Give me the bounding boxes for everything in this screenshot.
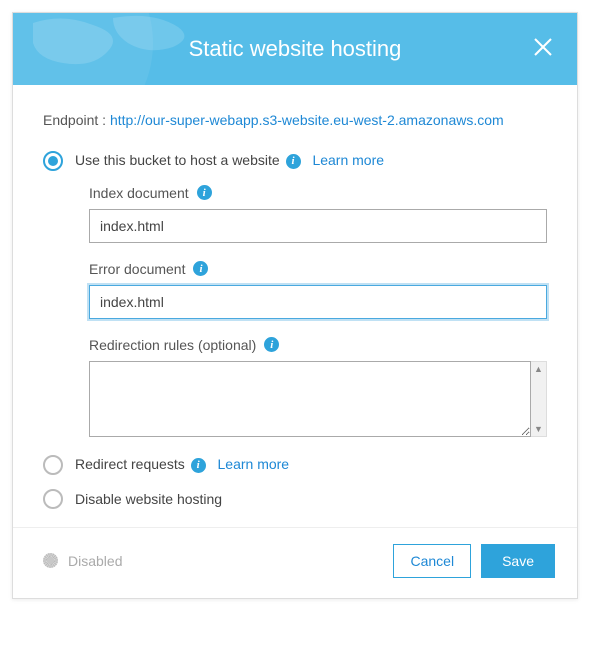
info-icon[interactable]: i	[193, 261, 208, 276]
error-document-label: Error document	[89, 261, 185, 277]
radio-dot-icon	[48, 156, 58, 166]
modal-title: Static website hosting	[189, 36, 402, 62]
save-button[interactable]: Save	[481, 544, 555, 578]
option-host-website: Use this bucket to host a website i Lear…	[43, 151, 547, 171]
endpoint-label: Endpoint :	[43, 112, 110, 128]
index-document-label-row: Index document i	[89, 185, 547, 201]
info-icon[interactable]: i	[191, 458, 206, 473]
modal-header: Static website hosting	[13, 13, 577, 85]
redirect-rules-label-row: Redirection rules (optional) i	[89, 337, 547, 353]
option-redirect-requests: Redirect requests i Learn more	[43, 455, 547, 475]
learn-more-link[interactable]: Learn more	[218, 456, 290, 472]
scroll-up-icon: ▲	[531, 362, 546, 376]
redirect-rules-textarea[interactable]	[89, 361, 531, 437]
close-icon	[531, 35, 555, 59]
scroll-down-icon: ▼	[531, 422, 546, 436]
info-icon[interactable]: i	[286, 154, 301, 169]
textarea-scrollbar[interactable]: ▲ ▼	[531, 361, 547, 437]
footer-buttons: Cancel Save	[393, 544, 555, 578]
info-icon[interactable]: i	[264, 337, 279, 352]
redirect-rules-label: Redirection rules (optional)	[89, 337, 256, 353]
radio-disable-hosting[interactable]	[43, 489, 63, 509]
error-document-input[interactable]	[89, 285, 547, 319]
redirect-rules-wrap: ▲ ▼	[89, 361, 547, 437]
endpoint-row: Endpoint : http://our-super-webapp.s3-we…	[43, 111, 547, 131]
cancel-button[interactable]: Cancel	[393, 544, 471, 578]
modal-body: Endpoint : http://our-super-webapp.s3-we…	[13, 85, 577, 527]
radio-redirect-requests[interactable]	[43, 455, 63, 475]
static-website-hosting-modal: Static website hosting Endpoint : http:/…	[12, 12, 578, 599]
index-document-label: Index document	[89, 185, 189, 201]
status-indicator: Disabled	[43, 553, 122, 569]
endpoint-link[interactable]: http://our-super-webapp.s3-website.eu-we…	[110, 112, 504, 128]
option-redirect-label: Redirect requests	[75, 456, 185, 472]
option-disable-label: Disable website hosting	[75, 491, 222, 507]
close-button[interactable]	[531, 35, 557, 61]
option-redirect-label-wrap: Redirect requests i Learn more	[75, 456, 289, 473]
host-website-fields: Index document i Error document i Redire…	[89, 185, 547, 437]
option-host-label-wrap: Use this bucket to host a website i Lear…	[75, 152, 384, 169]
radio-host-website[interactable]	[43, 151, 63, 171]
learn-more-link[interactable]: Learn more	[312, 152, 384, 168]
option-disable-hosting: Disable website hosting	[43, 489, 547, 509]
status-text: Disabled	[68, 553, 122, 569]
info-icon[interactable]: i	[197, 185, 212, 200]
option-host-label: Use this bucket to host a website	[75, 152, 280, 168]
error-document-label-row: Error document i	[89, 261, 547, 277]
index-document-input[interactable]	[89, 209, 547, 243]
modal-footer: Disabled Cancel Save	[13, 527, 577, 598]
status-dot-icon	[43, 553, 58, 568]
